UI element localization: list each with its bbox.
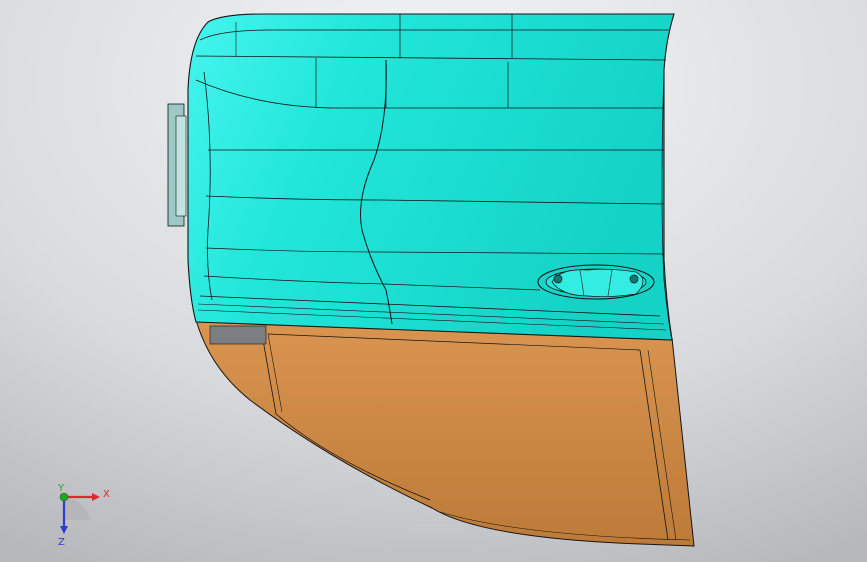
graphics-viewport[interactable]: X Y Z — [0, 0, 867, 562]
y-axis-point — [59, 492, 69, 502]
y-axis-label: Y — [57, 483, 65, 494]
grey-tab — [209, 325, 267, 345]
side-flange[interactable] — [167, 103, 187, 227]
handle-mount-hole-left — [553, 274, 563, 284]
x-axis-label: X — [103, 489, 110, 500]
model-view[interactable]: X Y Z — [0, 0, 867, 562]
handle-mount-hole-right — [629, 274, 639, 284]
door-handle-pocket[interactable] — [537, 264, 655, 300]
z-axis-label: Z — [58, 537, 65, 548]
